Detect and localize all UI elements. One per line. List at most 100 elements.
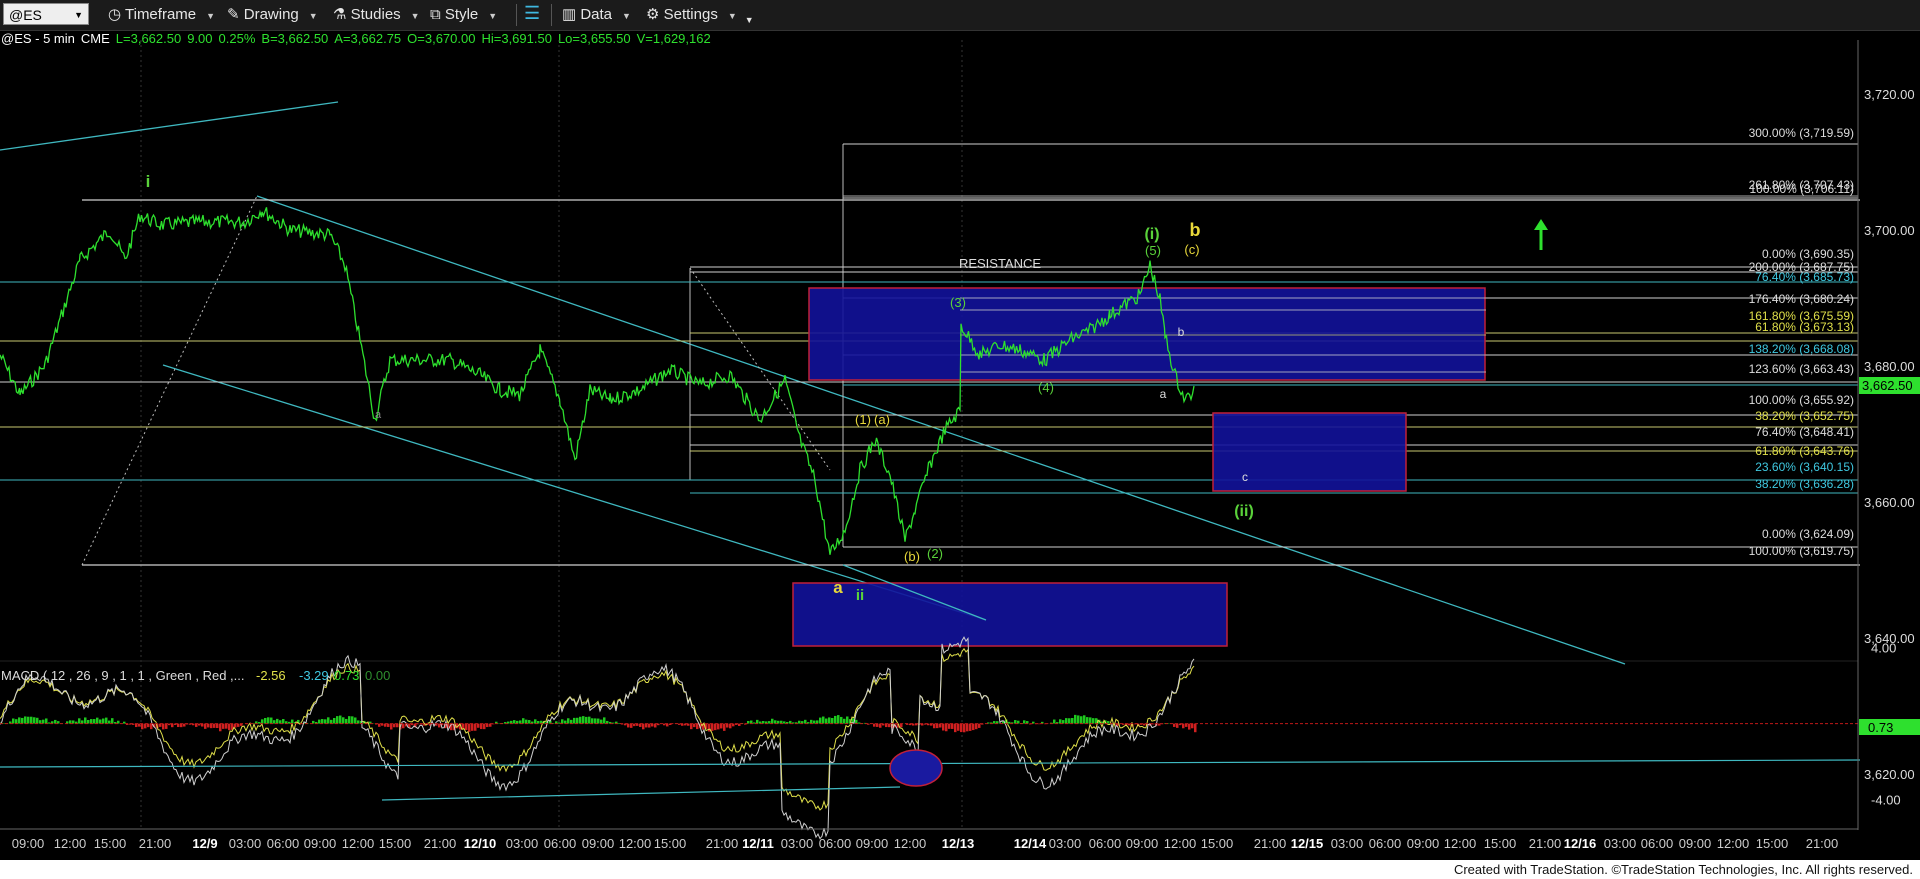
macd-current-label: 0.73 <box>1868 720 1893 735</box>
time-tick-label: 06:00 <box>267 836 300 851</box>
drawing-objects <box>0 101 1860 665</box>
wave-label: (2) <box>927 546 943 561</box>
macd-histogram-bar <box>585 716 588 724</box>
macd-histogram-bar <box>177 723 180 728</box>
macd-histogram-bar <box>438 723 441 728</box>
macd-histogram-bar <box>1086 717 1089 724</box>
wave-label: a <box>1160 387 1167 401</box>
time-tick-label: 09:00 <box>582 836 615 851</box>
fib-level-label: 0.00% (3,690.35) <box>1762 247 1854 261</box>
macd-histogram-bar <box>45 718 48 724</box>
macd-histogram-bar <box>963 723 966 733</box>
macd-histogram-bar <box>282 719 285 724</box>
macd-histogram-bar <box>579 716 582 724</box>
macd-histogram-bar <box>267 717 270 724</box>
time-tick-label: 09:00 <box>856 836 889 851</box>
macd-histogram-bar <box>387 723 390 727</box>
macd-histogram-bar <box>333 717 336 724</box>
time-tick-label: 21:00 <box>706 836 739 851</box>
macd-histogram-bar <box>729 723 732 729</box>
time-tick-label: 15:00 <box>1201 836 1234 851</box>
macd-histogram-bar <box>954 723 957 733</box>
macd-histogram-bar <box>93 719 96 724</box>
macd-histogram-bar <box>90 719 93 724</box>
macd-histogram-bar <box>327 717 330 724</box>
macd-histogram-bar <box>402 723 405 729</box>
wave-label: (i) <box>1144 226 1159 243</box>
macd-histogram-bar <box>726 723 729 728</box>
macd-histogram-bar <box>645 723 648 728</box>
time-tick-label: 03:00 <box>229 836 262 851</box>
macd-histogram-bar <box>330 719 333 724</box>
macd-histogram-bar <box>717 723 720 730</box>
macd-histogram-bar <box>27 716 30 724</box>
price-tick-label: 3,720.00 <box>1864 87 1915 102</box>
fib-level-label: 100.00% (3,706.11) <box>1749 182 1854 196</box>
fib-level-label: 100.00% (3,619.75) <box>1749 544 1854 558</box>
time-tick-label: 12/14 <box>1014 836 1047 851</box>
macd-histogram-bar <box>210 723 213 729</box>
macd-histogram-bar <box>234 723 237 728</box>
macd-histogram-bar <box>567 718 570 724</box>
time-tick-label: 15:00 <box>379 836 412 851</box>
macd-histogram-bar <box>1188 723 1191 730</box>
chart-canvas[interactable]: MACD ( 12 , 26 , 9 , 1 , 1 , Green , Red… <box>0 0 1920 879</box>
macd-histogram-bar <box>180 723 183 728</box>
macd-histogram-bar <box>693 723 696 728</box>
fib-level-label: 100.00% (3,655.92) <box>1749 393 1854 407</box>
macd-histogram-bar <box>840 716 843 724</box>
price-tick-label: 3,660.00 <box>1864 495 1915 510</box>
fib-level-label: 138.20% (3,668.08) <box>1749 342 1854 356</box>
macd-histogram-bar <box>486 723 489 728</box>
macd-histogram-bar <box>318 719 321 724</box>
macd-histogram-bar <box>576 717 579 724</box>
macd-value: 0.00 <box>365 668 390 683</box>
time-tick-label: 12/9 <box>192 836 217 851</box>
macd-histogram-bar <box>843 718 846 724</box>
macd-histogram-bar <box>978 723 981 728</box>
time-tick-label: 12/16 <box>1564 836 1597 851</box>
macd-histogram-bar <box>30 716 33 724</box>
wave-label: ii <box>856 587 864 604</box>
macd-histogram-bar <box>1176 723 1179 728</box>
fib-level-label: 76.40% (3,685.73) <box>1755 270 1854 284</box>
macd-histogram-bar <box>1065 718 1068 724</box>
macd-highlight-ellipse <box>889 749 943 787</box>
time-tick-label: 15:00 <box>654 836 687 851</box>
macd-histogram-bar <box>597 718 600 724</box>
macd-histogram-bar <box>1014 720 1017 724</box>
macd-histogram-bar <box>771 718 774 724</box>
macd-tick-label: -4.00 <box>1871 793 1901 808</box>
macd-histogram-bar <box>465 723 468 730</box>
macd-histogram-bar <box>723 723 726 731</box>
time-tick-label: 06:00 <box>544 836 577 851</box>
time-tick-label: 12:00 <box>1444 836 1477 851</box>
macd-histogram-bar <box>933 723 936 729</box>
macd-histogram-bar <box>468 723 471 732</box>
macd-histogram-bar <box>1053 719 1056 724</box>
macd-histogram-bar <box>828 717 831 724</box>
wave-label: (5) <box>1145 243 1161 258</box>
macd-title: MACD ( 12 , 26 , 9 , 1 , 1 , Green , Red… <box>1 668 245 683</box>
time-tick-label: 03:00 <box>781 836 814 851</box>
macd-histogram-bar <box>36 717 39 724</box>
macd-histogram-bar <box>972 723 975 731</box>
fib-level-label: 23.60% (3,640.15) <box>1755 460 1854 474</box>
footer-credit: Created with TradeStation. ©TradeStation… <box>1450 862 1916 877</box>
macd-histogram-bar <box>642 723 645 730</box>
macd-histogram-bar <box>261 719 264 724</box>
fib-level-label: 0.00% (3,624.09) <box>1762 527 1854 541</box>
wave-label: (c) <box>1184 242 1199 257</box>
resistance-label: RESISTANCE <box>959 256 1041 271</box>
macd-histogram-bar <box>591 718 594 724</box>
macd-histogram-bar <box>354 717 357 724</box>
macd-histogram-bar <box>213 723 216 728</box>
macd-histogram-bar <box>534 719 537 724</box>
macd-histogram-bar <box>324 719 327 724</box>
time-tick-label: 03:00 <box>1049 836 1082 851</box>
fib-level-label: 176.40% (3,680.24) <box>1749 292 1854 306</box>
macd-histogram-bar <box>483 723 486 730</box>
macd-histogram-bar <box>957 723 960 731</box>
macd-panel: MACD ( 12 , 26 , 9 , 1 , 1 , Green , Red… <box>0 636 1861 840</box>
macd-histogram-bar <box>1083 715 1086 724</box>
